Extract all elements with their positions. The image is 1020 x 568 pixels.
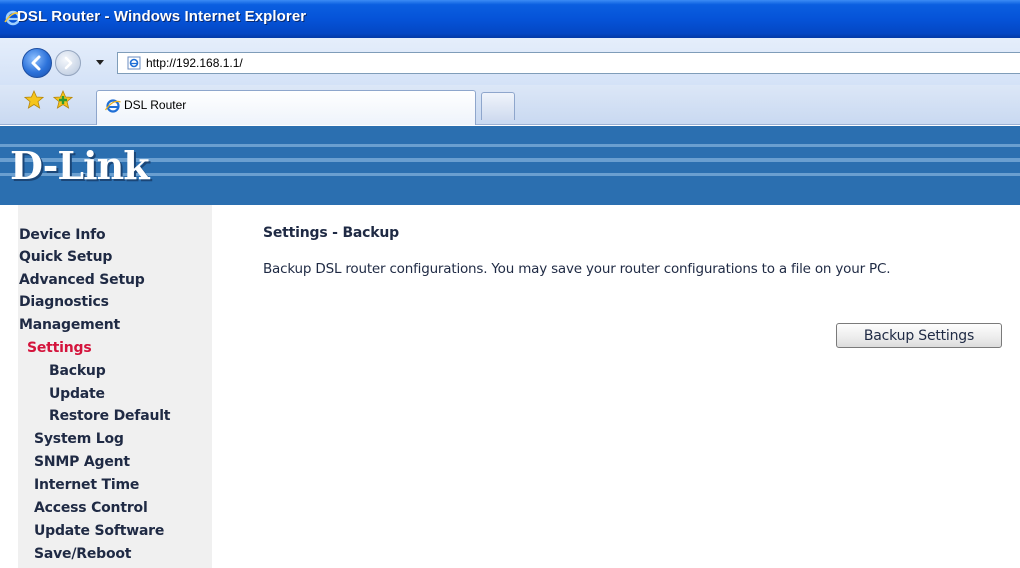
- recent-pages-dropdown[interactable]: [95, 57, 105, 67]
- main-content: Settings - Backup Backup DSL router conf…: [212, 205, 1020, 568]
- sidebar-item-advanced-setup[interactable]: Advanced Setup: [19, 272, 145, 288]
- sidebar-item-system-log[interactable]: System Log: [34, 431, 124, 447]
- sidebar-item-internet-time[interactable]: Internet Time: [34, 477, 139, 493]
- banner-stripe: [0, 158, 1020, 162]
- favorites-star-icon[interactable]: [24, 90, 44, 110]
- address-url: http://192.168.1.1/: [146, 56, 243, 70]
- sidebar-item-settings[interactable]: Settings: [27, 340, 92, 356]
- sidebar-menu: Device Info Quick Setup Advanced Setup D…: [18, 205, 212, 568]
- sidebar-item-diagnostics[interactable]: Diagnostics: [19, 294, 109, 310]
- sidebar-item-save-reboot[interactable]: Save/Reboot: [34, 546, 131, 562]
- sidebar-item-update[interactable]: Update: [49, 386, 105, 402]
- chevron-down-icon: [96, 60, 104, 65]
- sidebar-item-update-software[interactable]: Update Software: [34, 523, 164, 539]
- sidebar-item-backup[interactable]: Backup: [49, 363, 106, 379]
- page-description: Backup DSL router configurations. You ma…: [263, 261, 891, 277]
- sidebar-item-snmp-agent[interactable]: SNMP Agent: [34, 454, 130, 470]
- back-button[interactable]: [22, 48, 52, 78]
- page-header-banner: D-Link: [0, 126, 1020, 205]
- backup-settings-button[interactable]: Backup Settings: [836, 323, 1002, 348]
- forward-button[interactable]: [55, 50, 81, 76]
- sidebar-item-management[interactable]: Management: [19, 317, 120, 333]
- banner-stripe: [0, 173, 1020, 176]
- sidebar-item-device-info[interactable]: Device Info: [19, 227, 106, 243]
- page-title: Settings - Backup: [263, 225, 399, 241]
- new-tab-button[interactable]: [481, 92, 515, 120]
- address-bar[interactable]: http://192.168.1.1/: [117, 52, 1020, 74]
- sidebar-item-restore-default[interactable]: Restore Default: [49, 408, 171, 424]
- banner-stripe: [0, 144, 1020, 147]
- sidebar-item-quick-setup[interactable]: Quick Setup: [19, 249, 112, 265]
- forward-arrow-icon: [64, 56, 73, 70]
- page-icon: [127, 56, 141, 70]
- internet-explorer-icon: [105, 99, 121, 113]
- window-title-bar[interactable]: DSL Router - Windows Internet Explorer: [0, 0, 1020, 38]
- dlink-logo: D-Link: [10, 143, 150, 188]
- add-to-favorites-icon[interactable]: [53, 90, 73, 110]
- tab-dsl-router[interactable]: DSL Router: [96, 90, 476, 125]
- back-arrow-icon: [31, 55, 41, 71]
- sidebar-item-access-control[interactable]: Access Control: [34, 500, 148, 516]
- window-title: DSL Router - Windows Internet Explorer: [17, 8, 307, 25]
- tab-label: DSL Router: [124, 98, 187, 112]
